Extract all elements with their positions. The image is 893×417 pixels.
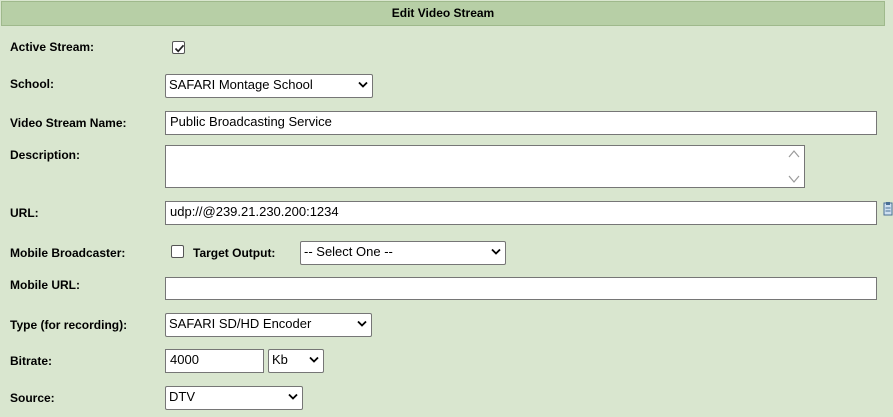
- school-label: School:: [10, 77, 54, 91]
- check-icon: [174, 44, 185, 53]
- school-select-value: SAFARI Montage School: [169, 77, 313, 92]
- mobile-broadcaster-checkbox[interactable]: [171, 245, 184, 258]
- target-output-label: Target Output:: [193, 246, 276, 260]
- source-label: Source:: [10, 391, 55, 405]
- active-stream-checkbox[interactable]: [172, 41, 185, 54]
- source-select-value: DTV: [169, 389, 195, 404]
- chevron-down-icon: [357, 320, 367, 327]
- chevron-down-icon: [309, 356, 319, 363]
- panel-header: Edit Video Stream: [1, 1, 885, 26]
- bitrate-input[interactable]: 4000: [165, 349, 264, 373]
- chevron-down-icon: [288, 393, 298, 400]
- video-stream-name-label: Video Stream Name:: [10, 116, 127, 130]
- target-output-select[interactable]: -- Select One --: [300, 241, 506, 265]
- target-output-select-value: -- Select One --: [304, 244, 393, 259]
- type-recording-label: Type (for recording):: [10, 318, 128, 332]
- type-recording-select[interactable]: SAFARI SD/HD Encoder: [165, 313, 372, 337]
- bitrate-label: Bitrate:: [10, 354, 53, 368]
- chevron-down-icon: [491, 248, 501, 255]
- url-input[interactable]: udp://@239.21.230.200:1234: [165, 201, 877, 225]
- description-label: Description:: [10, 148, 81, 162]
- school-select[interactable]: SAFARI Montage School: [165, 74, 373, 98]
- bitrate-unit-select-value: Kb: [272, 352, 288, 367]
- mobile-url-input[interactable]: [165, 277, 877, 300]
- source-select[interactable]: DTV: [165, 386, 303, 410]
- bitrate-unit-select[interactable]: Kb: [268, 349, 324, 373]
- chevron-down-icon: [358, 81, 368, 88]
- mobile-broadcaster-label: Mobile Broadcaster:: [10, 246, 126, 260]
- active-stream-label: Active Stream:: [10, 40, 95, 54]
- clipboard-icon[interactable]: [883, 202, 893, 216]
- edit-video-stream-panel: Edit Video Stream Active Stream: School:…: [0, 0, 893, 417]
- description-textarea[interactable]: [165, 145, 805, 188]
- scroll-down-icon[interactable]: [787, 174, 801, 184]
- video-stream-name-input[interactable]: Public Broadcasting Service: [165, 111, 877, 135]
- scroll-up-icon[interactable]: [787, 149, 801, 159]
- mobile-url-label: Mobile URL:: [10, 278, 80, 292]
- type-recording-select-value: SAFARI SD/HD Encoder: [169, 316, 312, 331]
- url-label: URL:: [10, 206, 39, 220]
